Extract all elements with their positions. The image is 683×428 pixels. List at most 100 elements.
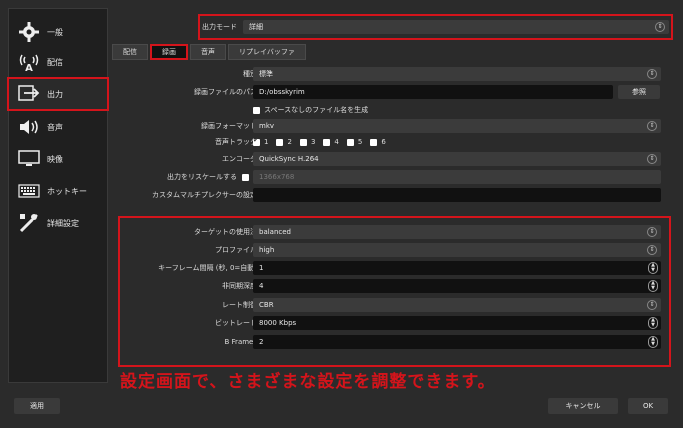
rate-control-value: CBR <box>259 301 274 309</box>
path-label: 録画ファイルのパス <box>194 88 257 96</box>
sidebar-item-stream[interactable]: A 配信 <box>9 47 107 77</box>
target-usage-value: balanced <box>259 228 292 236</box>
keyframe-label: キーフレーム間隔 (秒, 0=自動) <box>158 264 257 272</box>
b-frames-spinbox[interactable]: 2 ▲ ▼ <box>253 335 661 349</box>
track-label: 2 <box>287 138 292 146</box>
chevron-updown-icon: ⇕ <box>655 22 665 32</box>
tab-stream[interactable]: 配信 <box>112 44 148 60</box>
bitrate-label: ビットレート <box>215 319 257 327</box>
encoder-label: エンコーダ <box>222 155 257 163</box>
track-checkbox-2[interactable]: 2 <box>276 138 292 146</box>
muxer-input[interactable] <box>253 188 661 202</box>
output-icon <box>17 83 41 105</box>
speaker-icon <box>17 116 41 138</box>
checkbox-icon <box>242 173 249 181</box>
bitrate-value: 8000 Kbps <box>259 319 297 327</box>
track-label: 6 <box>381 138 386 146</box>
encoder-row: エンコーダ QuickSync H.264 ⇕ <box>112 152 677 166</box>
checkbox-icon <box>276 138 284 146</box>
cancel-button[interactable]: キャンセル <box>548 398 618 414</box>
path-row: 録画ファイルのパス D:/obsskyrim 参照 <box>112 85 677 99</box>
async-depth-label: 非同期深度 <box>222 282 257 290</box>
profile-label: プロファイル <box>215 246 257 254</box>
keyframe-value: 1 <box>259 264 264 272</box>
async-depth-spinbox[interactable]: 4 ▲ ▼ <box>253 279 661 293</box>
tab-recording[interactable]: 録画 <box>150 44 188 60</box>
settings-panel: 出力モード 詳細 ⇕ 配信 録画 音声 リプレイバッファ 種別 標準 ⇕ 録画フ… <box>112 8 677 383</box>
rescale-row: 出力をリスケールする 1366x768 <box>112 170 677 184</box>
spinner-arrows-icon[interactable]: ▲ ▼ <box>648 280 658 292</box>
spinner-arrows-icon[interactable]: ▲ ▼ <box>648 262 658 274</box>
bitrate-row: ビットレート 8000 Kbps ▲ ▼ <box>112 316 677 330</box>
rate-control-row: レート制御 CBR ⇕ <box>112 298 677 312</box>
track-checkbox-3[interactable]: 3 <box>299 138 315 146</box>
sidebar-item-label: ホットキー <box>47 186 87 196</box>
b-frames-row: B Frames 2 ▲ ▼ <box>112 335 677 349</box>
rate-control-label: レート制御 <box>222 301 257 309</box>
rescale-value: 1366x768 <box>259 173 295 181</box>
chevron-updown-icon: ⇕ <box>647 300 657 310</box>
keyframe-spinbox[interactable]: 1 ▲ ▼ <box>253 261 661 275</box>
sidebar-item-label: 映像 <box>47 154 63 164</box>
type-select[interactable]: 標準 ⇕ <box>253 67 661 81</box>
sidebar-item-general[interactable]: 一般 <box>9 17 107 47</box>
sidebar-item-hotkeys[interactable]: ホットキー <box>9 176 107 206</box>
track-checkbox-6[interactable]: 6 <box>370 138 386 146</box>
encoder-value: QuickSync H.264 <box>259 155 319 163</box>
sidebar-item-label: 一般 <box>47 27 63 37</box>
output-mode-select[interactable]: 詳細 ⇕ <box>243 20 669 34</box>
chevron-updown-icon: ⇕ <box>647 227 657 237</box>
rate-control-select[interactable]: CBR ⇕ <box>253 298 661 312</box>
track-checkbox-4[interactable]: 4 <box>323 138 339 146</box>
checkbox-checked-icon <box>253 136 260 146</box>
tab-replay-buffer[interactable]: リプレイバッファ <box>228 44 306 60</box>
bitrate-spinbox[interactable]: 8000 Kbps ▲ ▼ <box>253 316 661 330</box>
profile-row: プロファイル high ⇕ <box>112 243 677 257</box>
ok-button[interactable]: OK <box>628 398 668 414</box>
audio-track-checkboxes: 1 2 3 4 5 6 <box>253 136 386 146</box>
settings-sidebar: 一般 A 配信 出力 音声 映像 ホットキー 詳細設定 <box>7 8 109 383</box>
spinner-arrows-icon[interactable]: ▲ ▼ <box>648 336 658 348</box>
monitor-icon <box>17 148 41 170</box>
target-usage-select[interactable]: balanced ⇕ <box>253 225 661 239</box>
sidebar-item-output[interactable]: 出力 <box>7 77 109 111</box>
no-space-label: スペースなしのファイル名を生成 <box>264 106 369 114</box>
sidebar-item-audio[interactable]: 音声 <box>9 112 107 142</box>
rescale-select[interactable]: 1366x768 <box>253 170 661 184</box>
format-label: 録画フォーマット <box>201 122 257 130</box>
profile-value: high <box>259 246 275 254</box>
path-value: D:/obsskyrim <box>259 88 305 96</box>
audio-track-row: 音声トラック 1 2 3 4 5 6 <box>112 135 677 149</box>
apply-button[interactable]: 適用 <box>14 398 60 414</box>
chevron-updown-icon: ⇕ <box>647 245 657 255</box>
encoder-select[interactable]: QuickSync H.264 ⇕ <box>253 152 661 166</box>
muxer-label: カスタムマルチプレクサーの設定 <box>152 191 257 199</box>
profile-select[interactable]: high ⇕ <box>253 243 661 257</box>
format-select[interactable]: mkv ⇕ <box>253 119 661 133</box>
chevron-updown-icon: ⇕ <box>647 69 657 79</box>
track-checkbox-5[interactable]: 5 <box>346 138 362 146</box>
spinner-arrows-icon[interactable]: ▲ ▼ <box>648 317 658 329</box>
output-tabs: 配信 録画 音声 リプレイバッファ <box>112 44 308 60</box>
annotation-caption: 設定画面で、さまざまな設定を調整できます。 <box>120 372 496 392</box>
svg-text:A: A <box>25 63 33 73</box>
sidebar-item-advanced[interactable]: 詳細設定 <box>9 208 107 238</box>
tab-audio[interactable]: 音声 <box>190 44 226 60</box>
format-value: mkv <box>259 122 275 130</box>
sidebar-item-label: 配信 <box>47 57 63 67</box>
track-checkbox-1[interactable]: 1 <box>253 136 268 146</box>
rescale-label: 出力をリスケールする <box>167 173 237 181</box>
output-mode-row: 出力モード 詳細 ⇕ <box>112 20 677 34</box>
rescale-checkbox[interactable]: 出力をリスケールする <box>167 172 253 182</box>
keyframe-row: キーフレーム間隔 (秒, 0=自動) 1 ▲ ▼ <box>112 261 677 275</box>
audio-track-label: 音声トラック <box>215 138 257 146</box>
sidebar-item-video[interactable]: 映像 <box>9 144 107 174</box>
gear-icon <box>17 21 41 43</box>
path-input[interactable]: D:/obsskyrim <box>253 85 613 99</box>
no-space-checkbox[interactable]: スペースなしのファイル名を生成 <box>253 105 368 115</box>
async-depth-value: 4 <box>259 282 264 290</box>
chevron-updown-icon: ⇕ <box>647 121 657 131</box>
browse-button[interactable]: 参照 <box>618 85 660 99</box>
target-usage-row: ターゲットの使用法 balanced ⇕ <box>112 225 677 239</box>
type-value: 標準 <box>259 70 273 78</box>
